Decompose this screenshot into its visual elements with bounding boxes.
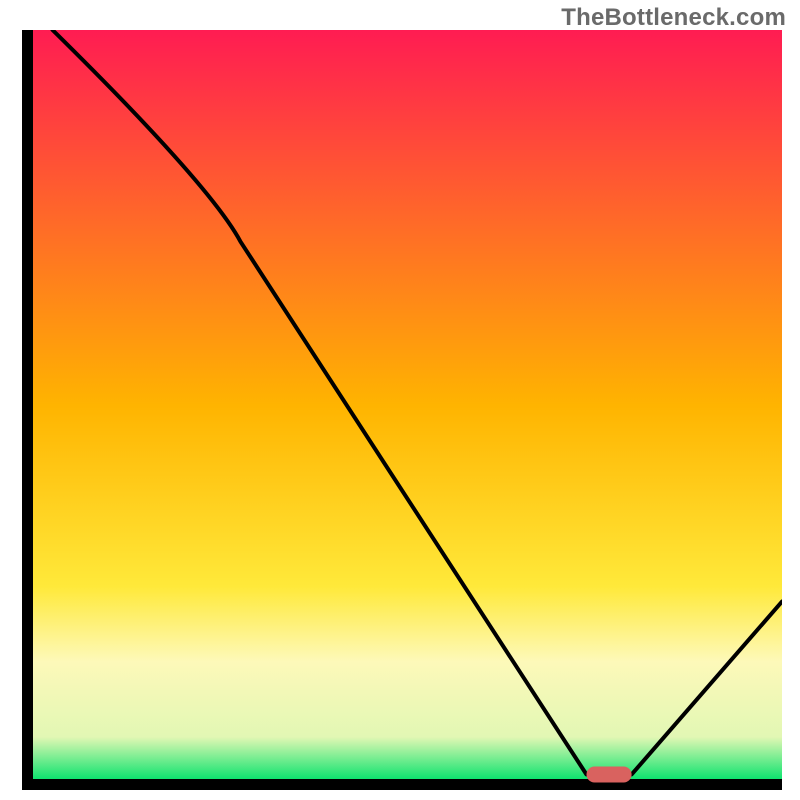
bottleneck-chart <box>22 30 782 790</box>
gradient-background <box>30 30 782 782</box>
optimal-range-marker <box>587 767 632 783</box>
chart-frame: TheBottleneck.com <box>0 0 800 800</box>
watermark-text: TheBottleneck.com <box>561 4 786 32</box>
